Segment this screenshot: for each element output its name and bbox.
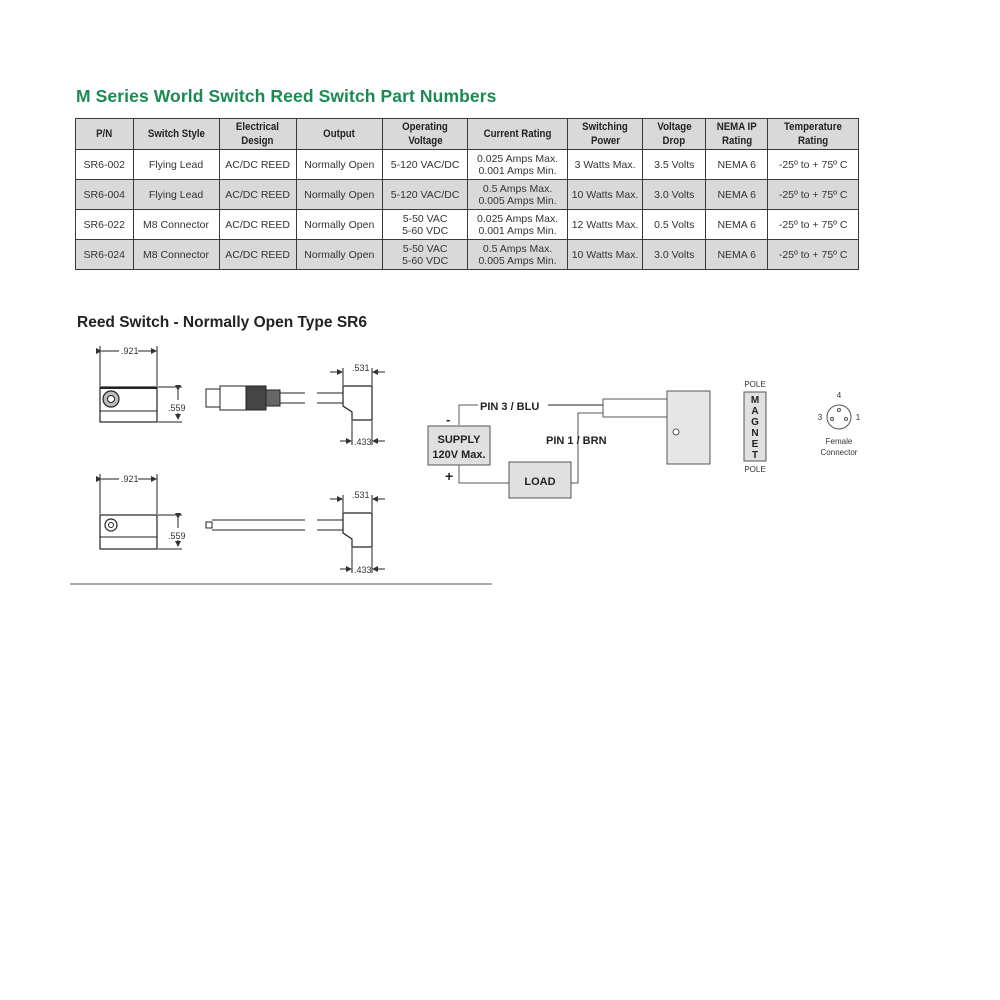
cell-current-rating: 0.5 Amps Max. 0.005 Amps Min. (467, 239, 568, 270)
header-electrical-design: Electrical Design (218, 118, 297, 150)
dim-width-label: .921 (121, 346, 139, 356)
cell-temperature-rating: -25º to + 75º C (767, 179, 859, 210)
cell-current-rating: 0.025 Amps Max. 0.001 Amps Min. (467, 209, 568, 240)
cell-output: Normally Open (295, 239, 383, 270)
dim-height-label: .559 (168, 403, 186, 413)
connector-pin-4: 4 (837, 391, 842, 400)
cell-pn: SR6-022 (75, 209, 134, 240)
female-connector-icon (826, 404, 852, 430)
magnet-letter: T (752, 450, 758, 461)
table-row: SR6-002 Flying Lead AC/DC REED Normally Ope… (75, 149, 859, 180)
cell-switch-style: M8 Connector (132, 209, 220, 240)
pin3-label: PIN 3 / BLU (480, 401, 539, 413)
cell-nema-rating: NEMA 6 (705, 239, 769, 270)
header-temperature-rating: Temperature Rating (767, 118, 859, 150)
pole-bottom-label: POLE (744, 465, 765, 474)
cell-operating-voltage: 5-50 VAC 5-60 VDC (381, 209, 469, 240)
cell-nema-rating: NEMA 6 (705, 209, 769, 240)
connector-label-female: Female (826, 437, 853, 446)
cell-temperature-rating: -25º to + 75º C (767, 209, 859, 240)
dim-width-label-2: .921 (121, 474, 139, 484)
cell-nema-rating: NEMA 6 (705, 149, 769, 180)
dim-cable-base-label-2: .433 (354, 565, 372, 575)
magnet-letter: A (751, 406, 758, 417)
cell-temperature-rating: -25º to + 75º C (767, 239, 859, 270)
cell-switching-power: 12 Watts Max. (566, 209, 644, 240)
minus-terminal: - (446, 412, 450, 427)
cell-operating-voltage: 5-50 VAC 5-60 VDC (381, 239, 469, 270)
cell-output: Normally Open (295, 209, 383, 240)
header-switch-style: Switch Style (132, 118, 220, 150)
cell-temperature-rating: -25º to + 75º C (767, 149, 859, 180)
cell-electrical-design: AC/DC REED (218, 209, 297, 240)
cell-operating-voltage: 5-120 VAC/DC (381, 179, 469, 210)
cell-output: Normally Open (295, 149, 383, 180)
cell-switching-power: 10 Watts Max. (566, 179, 644, 210)
cell-electrical-design: AC/DC REED (218, 179, 297, 210)
cell-output: Normally Open (295, 179, 383, 210)
connector-pin-1: 1 (856, 413, 861, 422)
header-switching-power: Switching Power (566, 118, 644, 150)
cell-switch-style: M8 Connector (132, 239, 220, 270)
pole-top-label: POLE (744, 380, 765, 389)
header-current-rating: Current Rating (467, 118, 568, 150)
cell-switching-power: 3 Watts Max. (566, 149, 644, 180)
cell-pn: SR6-002 (75, 149, 134, 180)
cell-nema-rating: NEMA 6 (705, 179, 769, 210)
cell-switch-style: Flying Lead (132, 149, 220, 180)
connector-pin-3: 3 (818, 413, 823, 422)
page-title: M Series World Switch Reed Switch Part N… (76, 86, 497, 106)
header-operating-voltage: Operating Voltage (381, 118, 469, 150)
supply-label: SUPPLY (437, 434, 481, 446)
magnet-letter: G (751, 417, 759, 428)
plus-terminal: + (445, 468, 453, 484)
cell-voltage-drop: 3.5 Volts (642, 149, 707, 180)
cell-current-rating: 0.025 Amps Max. 0.001 Amps Min. (467, 149, 568, 180)
table-row: SR6-024 M8 Connector AC/DC REED Normally Op… (75, 239, 859, 270)
table-header-row: P/N Switch Style Electrical Design Output… (75, 118, 859, 150)
supply-voltage-label: 120V Max. (432, 449, 485, 461)
pin1-label: PIN 1 / BRN (546, 435, 607, 447)
magnet-letter: E (752, 439, 759, 450)
flying-lead-cable-drawing (205, 495, 385, 573)
cell-switch-style: Flying Lead (132, 179, 220, 210)
cell-electrical-design: AC/DC REED (218, 149, 297, 180)
dim-height-label-2: .559 (168, 531, 186, 541)
part-numbers-table: P/N Switch Style Electrical Design Output… (75, 118, 859, 270)
cell-electrical-design: AC/DC REED (218, 239, 297, 270)
header-pn: P/N (75, 118, 134, 150)
cell-voltage-drop: 0.5 Volts (642, 209, 707, 240)
magnet-letters: MAGNET (751, 395, 759, 461)
header-output: Output (295, 118, 383, 150)
cell-pn: SR6-024 (75, 239, 134, 270)
header-nema-rating: NEMA IP Rating (705, 118, 769, 150)
dim-cable-base-label: .433 (354, 437, 372, 447)
magnet-letter: N (751, 428, 758, 439)
reed-switch-diagram: .921 .559 .531 .433 .921 .559 .531 .433 … (70, 346, 861, 585)
header-voltage-drop: Voltage Drop (642, 118, 707, 150)
table-row: SR6-004 Flying Lead AC/DC REED Normally Ope… (75, 179, 859, 210)
connector-label-connector: Connector (821, 448, 858, 457)
dim-cable-width-label-2: .531 (352, 490, 370, 500)
cell-operating-voltage: 5-120 VAC/DC (381, 149, 469, 180)
table-row: SR6-022 M8 Connector AC/DC REED Normally Op… (75, 209, 859, 240)
magnet-letter: M (751, 395, 759, 406)
cell-current-rating: 0.5 Amps Max. 0.005 Amps Min. (467, 179, 568, 210)
load-label: LOAD (524, 476, 555, 488)
cell-switching-power: 10 Watts Max. (566, 239, 644, 270)
cell-voltage-drop: 3.0 Volts (642, 239, 707, 270)
cell-pn: SR6-004 (75, 179, 134, 210)
dim-cable-width-label: .531 (352, 363, 370, 373)
m8-cable-drawing (205, 368, 385, 445)
cell-voltage-drop: 3.0 Volts (642, 179, 707, 210)
